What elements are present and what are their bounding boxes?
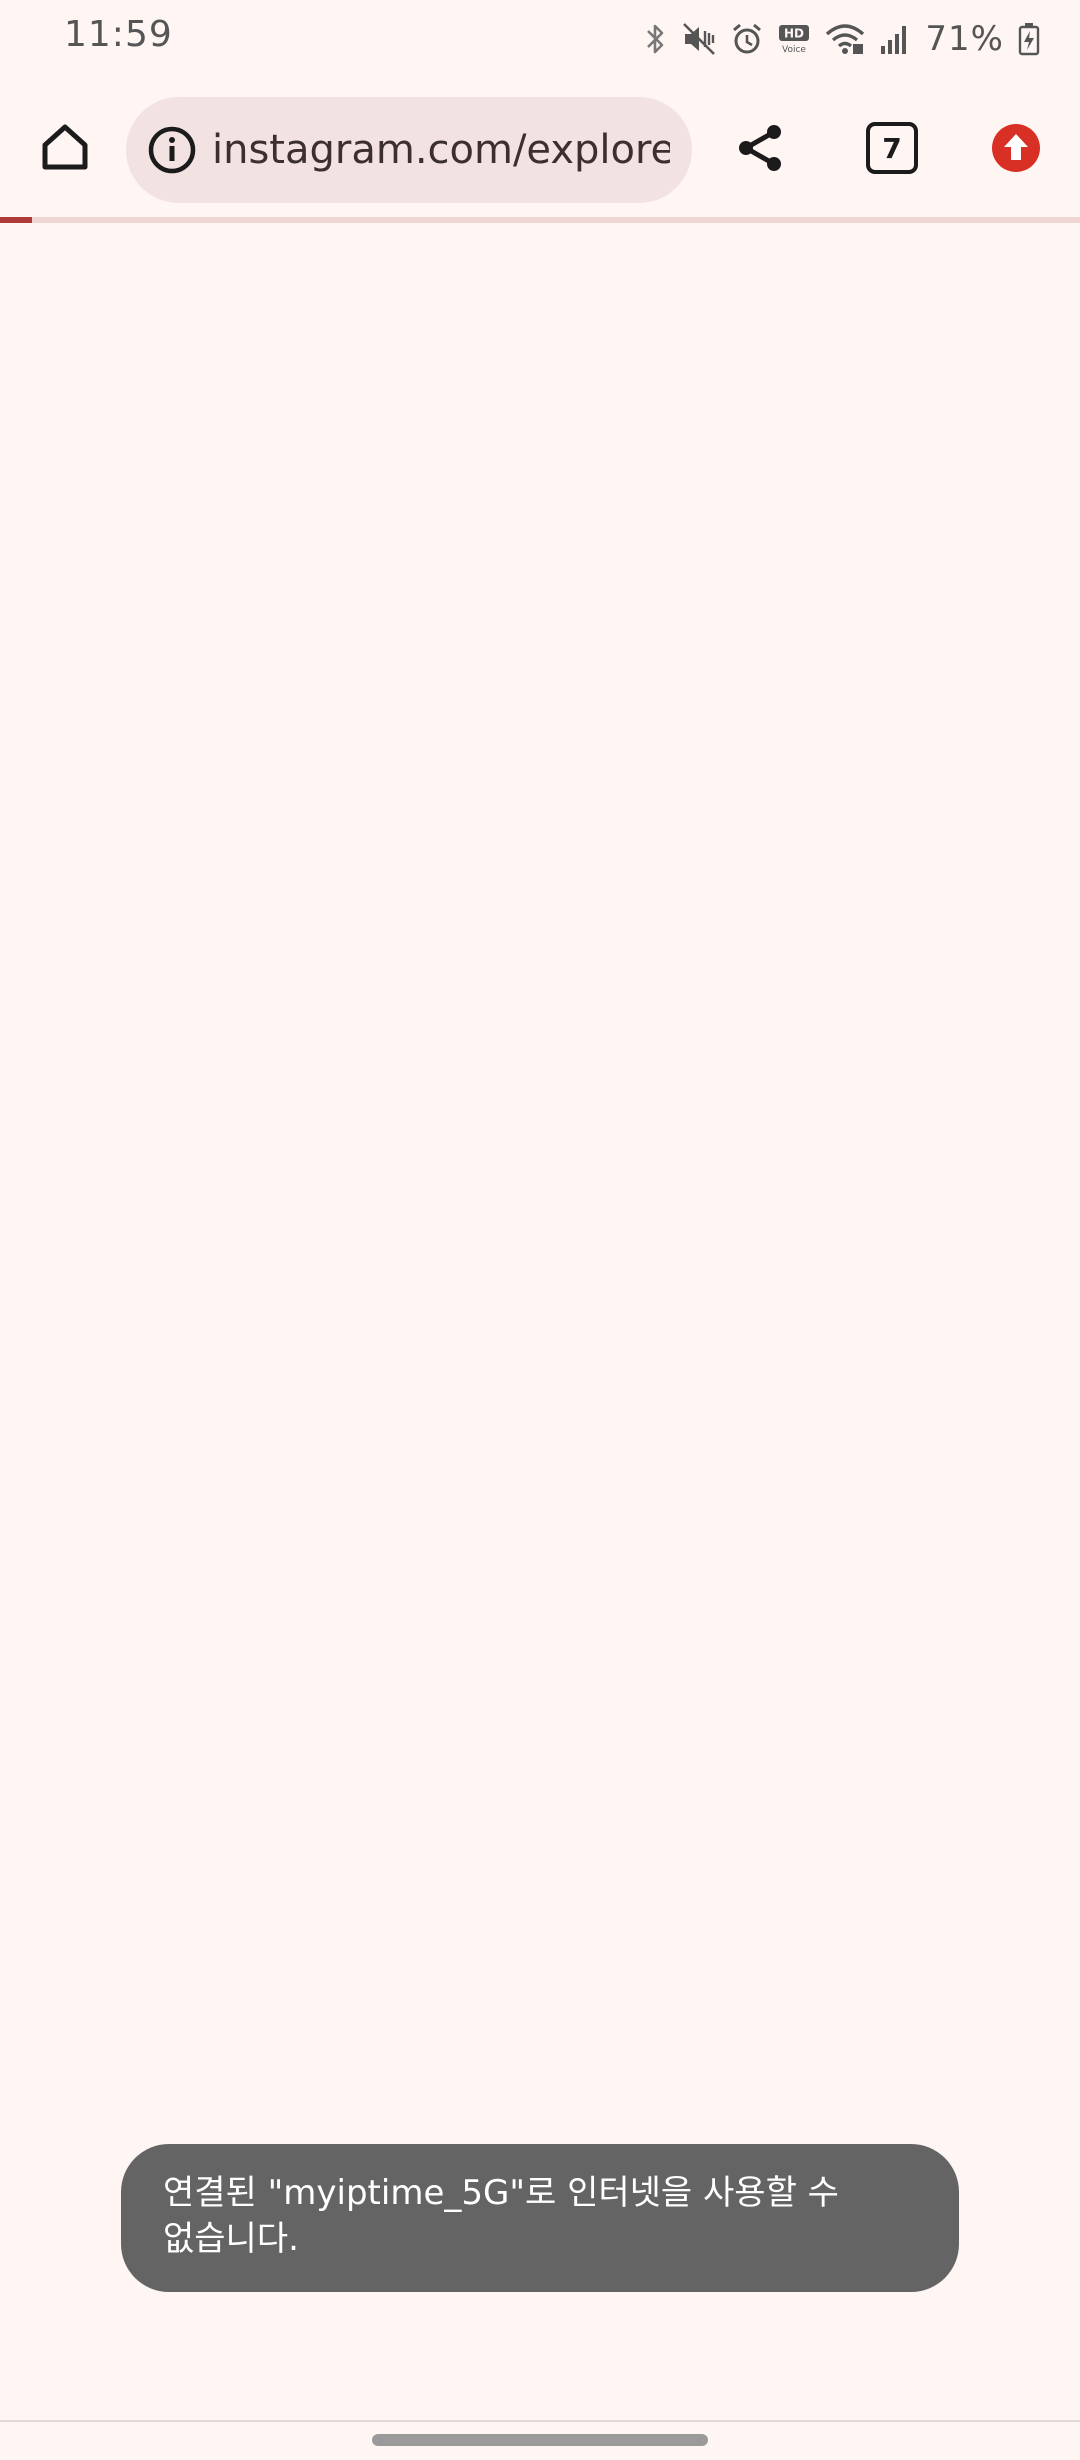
svg-text:Voice: Voice	[782, 45, 806, 55]
progress-fill	[0, 217, 33, 223]
hd-voice-icon: HD Voice	[777, 22, 811, 56]
browser-toolbar: instagram.com/explore 7	[0, 82, 1080, 216]
site-info-button[interactable]	[142, 120, 202, 180]
tab-count: 7	[882, 131, 902, 165]
gesture-handle[interactable]	[372, 2434, 708, 2446]
status-time: 11:59	[64, 14, 173, 55]
toast-message: 연결된 "myiptime_5G"로 인터넷을 사용할 수 없습니다.	[121, 2144, 959, 2292]
page-load-progress	[0, 217, 1080, 223]
bluetooth-icon	[645, 22, 667, 56]
update-button[interactable]	[980, 112, 1052, 184]
signal-icon	[879, 22, 911, 56]
update-icon	[992, 124, 1040, 172]
battery-percent: 71%	[925, 19, 1004, 59]
site-info-icon	[148, 126, 196, 174]
toast-line-1: 연결된 "myiptime_5G"로 인터넷을 사용할 수	[163, 2173, 839, 2213]
battery-charging-icon	[1018, 22, 1040, 56]
toast-line-2: 없습니다.	[163, 2219, 299, 2259]
status-bar: 11:59 HD Voice 71%	[0, 0, 1080, 80]
web-page-content[interactable]	[0, 224, 1080, 2420]
navigation-divider	[0, 2420, 1080, 2422]
mute-vibrate-icon	[681, 21, 717, 57]
tab-switcher-button[interactable]: 7	[856, 112, 928, 184]
svg-text:HD: HD	[784, 27, 804, 41]
tab-switcher-icon: 7	[866, 122, 918, 174]
status-icons: HD Voice 71%	[645, 14, 1040, 64]
url-text[interactable]: instagram.com/explore	[212, 123, 670, 177]
wifi-icon	[825, 22, 865, 56]
address-bar[interactable]: instagram.com/explore	[126, 97, 692, 203]
share-button[interactable]	[724, 112, 796, 184]
alarm-icon	[731, 22, 763, 56]
share-icon	[739, 125, 781, 171]
home-icon	[42, 124, 88, 170]
home-button[interactable]	[30, 112, 100, 182]
